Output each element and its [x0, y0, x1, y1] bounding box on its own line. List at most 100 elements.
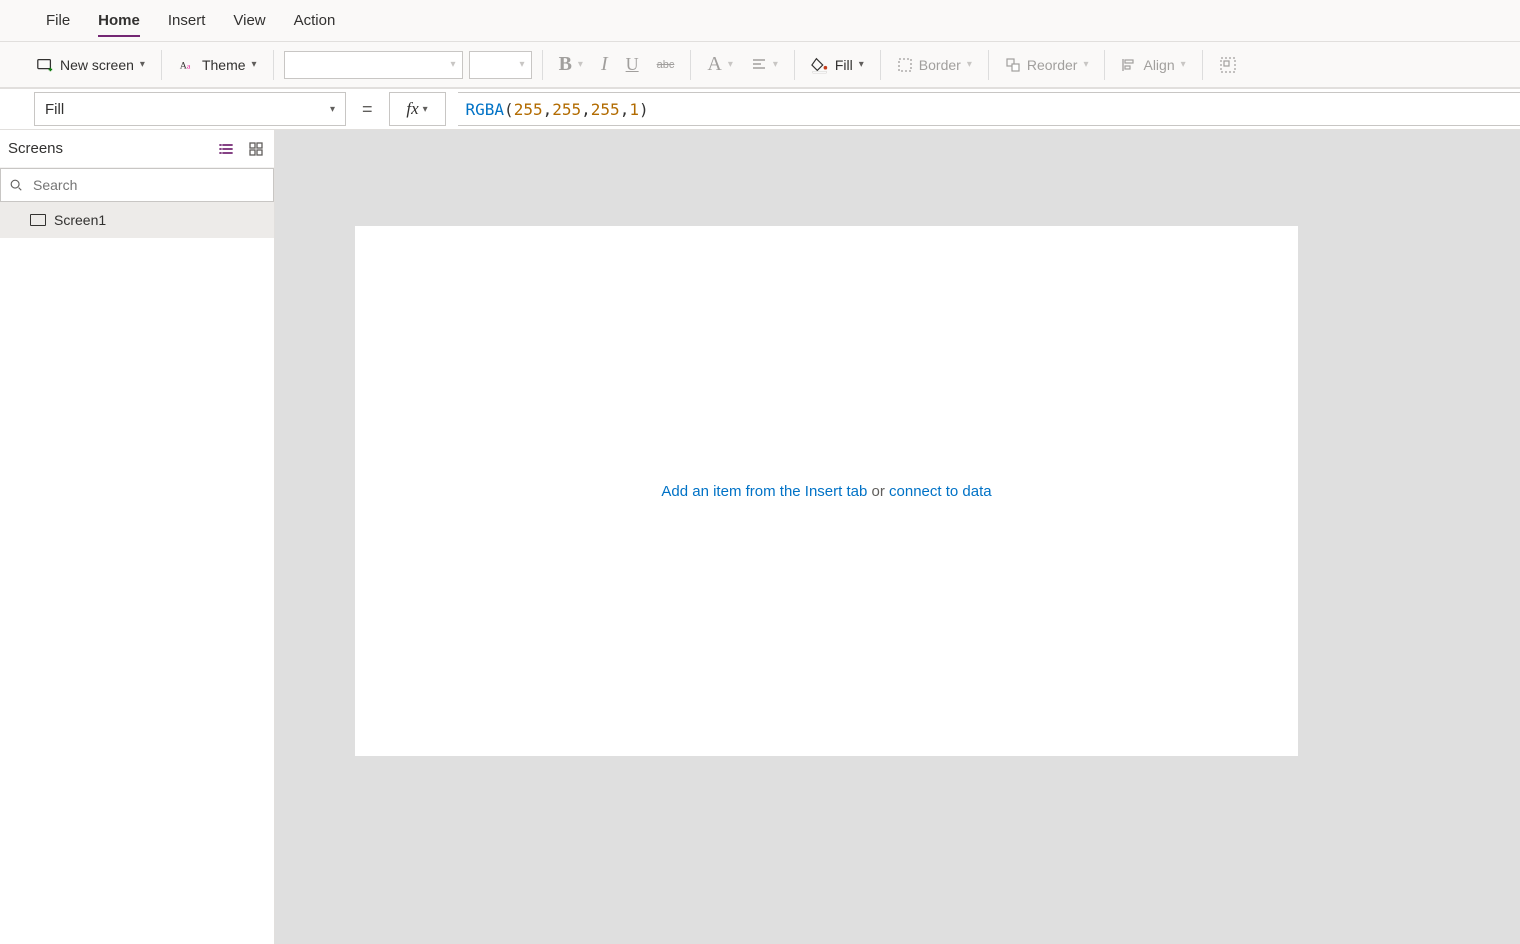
canvas-area: Add an item from the Insert tab or conne…: [275, 130, 1520, 944]
align-label: Align: [1143, 57, 1174, 73]
font-family-select[interactable]: ▾: [284, 51, 463, 79]
property-select-value: Fill: [45, 101, 64, 118]
align-icon: [1121, 57, 1137, 73]
insert-tab-link[interactable]: Add an item from the Insert tab: [661, 483, 867, 500]
separator: [273, 50, 274, 80]
formula-token-num: 255: [514, 100, 543, 119]
reorder-icon: [1005, 57, 1021, 73]
chevron-down-icon: ▾: [252, 59, 257, 70]
chevron-down-icon: ▾: [728, 59, 733, 70]
underline-button[interactable]: U: [620, 49, 645, 81]
tree-panel: Screens Scre: [0, 130, 275, 944]
formula-token-comma: ,: [581, 100, 591, 119]
text-align-icon: [751, 57, 767, 73]
separator: [161, 50, 162, 80]
theme-label: Theme: [202, 57, 246, 73]
border-label: Border: [919, 57, 961, 73]
tree-item-label: Screen1: [54, 212, 106, 228]
formula-token-paren: (: [504, 100, 514, 119]
formula-token-num: 255: [552, 100, 581, 119]
body: Screens Scre: [0, 130, 1520, 944]
new-screen-icon: [36, 56, 54, 74]
canvas-or-text: or: [867, 483, 889, 500]
group-icon: [1219, 56, 1237, 74]
search-box[interactable]: [0, 168, 274, 202]
search-icon: [9, 178, 23, 192]
align-button[interactable]: Align ▾: [1115, 49, 1191, 81]
property-select[interactable]: Fill ▾: [34, 92, 346, 126]
paint-bucket-icon: [811, 56, 829, 74]
new-screen-button[interactable]: New screen ▾: [30, 49, 151, 81]
strikethrough-button[interactable]: abc: [651, 49, 681, 81]
chevron-down-icon: ▾: [578, 59, 583, 70]
theme-button[interactable]: A a Theme ▾: [172, 49, 263, 81]
chevron-down-icon: ▾: [1181, 59, 1186, 70]
separator: [988, 50, 989, 80]
group-button[interactable]: [1213, 49, 1243, 81]
chevron-down-icon: ▾: [859, 59, 864, 70]
italic-icon: I: [601, 53, 608, 76]
tree-panel-header: Screens: [0, 130, 274, 168]
tree: Screen1: [0, 202, 274, 944]
strikethrough-icon: abc: [657, 59, 675, 71]
equals-symbol: =: [358, 99, 377, 120]
list-view-icon[interactable]: [218, 141, 234, 157]
fx-icon: fx: [406, 99, 418, 119]
separator: [690, 50, 691, 80]
formula-token-fn: RGBA: [466, 100, 505, 119]
italic-button[interactable]: I: [595, 49, 614, 81]
separator: [880, 50, 881, 80]
separator: [1104, 50, 1105, 80]
connect-data-link[interactable]: connect to data: [889, 483, 992, 500]
font-size-select[interactable]: ▾: [469, 51, 532, 79]
chevron-down-icon: ▾: [140, 59, 145, 70]
menu-insert[interactable]: Insert: [154, 0, 220, 41]
tree-item-screen1[interactable]: Screen1: [0, 202, 274, 238]
chevron-down-icon: ▾: [330, 104, 335, 115]
chevron-down-icon: ▾: [967, 59, 972, 70]
menu-file[interactable]: File: [32, 0, 84, 41]
reorder-label: Reorder: [1027, 57, 1078, 73]
formula-token-num: 1: [629, 100, 639, 119]
chevron-down-icon: ▾: [451, 59, 456, 70]
grid-view-icon[interactable]: [248, 141, 264, 157]
formula-input[interactable]: RGBA(255, 255, 255, 1): [458, 92, 1520, 126]
fx-button[interactable]: fx ▾: [389, 92, 446, 126]
bold-button[interactable]: B ▾: [553, 49, 589, 81]
svg-text:a: a: [187, 62, 191, 70]
canvas-empty-message: Add an item from the Insert tab or conne…: [661, 483, 991, 500]
formula-token-num: 255: [591, 100, 620, 119]
formula-token-comma: ,: [620, 100, 630, 119]
ribbon: New screen ▾ A a Theme ▾ ▾ ▾ B ▾ I U abc…: [0, 42, 1520, 88]
chevron-down-icon: ▾: [423, 104, 428, 115]
canvas[interactable]: Add an item from the Insert tab or conne…: [355, 226, 1298, 756]
search-input[interactable]: [31, 176, 265, 194]
separator: [1202, 50, 1203, 80]
font-color-icon: A: [707, 53, 721, 76]
theme-icon: A a: [178, 56, 196, 74]
formula-token-paren: ): [639, 100, 649, 119]
menu-home[interactable]: Home: [84, 0, 154, 41]
chevron-down-icon: ▾: [773, 59, 778, 70]
chevron-down-icon: ▾: [520, 59, 525, 70]
border-button[interactable]: Border ▾: [891, 49, 978, 81]
text-align-button[interactable]: ▾: [745, 49, 784, 81]
fill-button[interactable]: Fill ▾: [805, 49, 870, 81]
new-screen-label: New screen: [60, 57, 134, 73]
font-color-button[interactable]: A ▾: [701, 49, 738, 81]
menu-action[interactable]: Action: [280, 0, 350, 41]
underline-icon: U: [626, 54, 639, 75]
fill-label: Fill: [835, 57, 853, 73]
screen-icon: [30, 214, 46, 226]
border-icon: [897, 57, 913, 73]
menu-bar: File Home Insert View Action: [0, 0, 1520, 42]
chevron-down-icon: ▾: [1083, 59, 1088, 70]
formula-bar: Fill ▾ = fx ▾ RGBA(255, 255, 255, 1): [0, 88, 1520, 130]
tree-panel-title: Screens: [8, 140, 63, 157]
reorder-button[interactable]: Reorder ▾: [999, 49, 1095, 81]
bold-icon: B: [559, 53, 572, 76]
separator: [794, 50, 795, 80]
separator: [542, 50, 543, 80]
menu-view[interactable]: View: [219, 0, 279, 41]
formula-token-comma: ,: [543, 100, 553, 119]
